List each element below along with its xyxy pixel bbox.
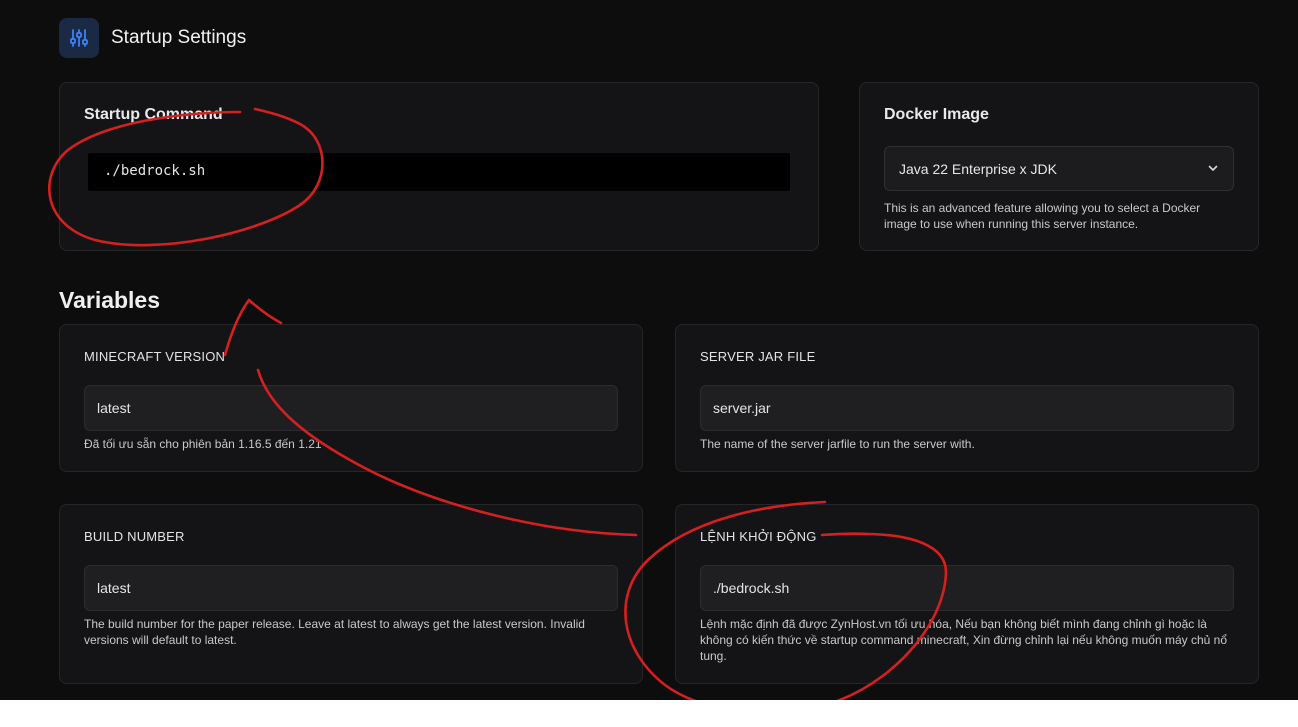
variable-card-build-number: BUILD NUMBER The build number for the pa… bbox=[59, 504, 643, 684]
variable-label: LỆNH KHỞI ĐỘNG bbox=[700, 529, 817, 544]
minecraft-version-input[interactable] bbox=[84, 385, 618, 431]
page-header: Startup Settings bbox=[59, 18, 246, 58]
page-title: Startup Settings bbox=[111, 27, 247, 48]
docker-image-help: This is an advanced feature allowing you… bbox=[884, 201, 1201, 231]
app-window: Startup Settings Startup Command ./bedro… bbox=[0, 0, 1298, 700]
startup-command-card: Startup Command ./bedrock.sh bbox=[59, 82, 819, 251]
docker-image-title: Docker Image bbox=[884, 106, 989, 123]
variables-heading: Variables bbox=[59, 287, 161, 313]
variable-card-server-jar-file: SERVER JAR FILE The name of the server j… bbox=[675, 324, 1259, 472]
variable-help: The build number for the paper release. … bbox=[84, 617, 585, 647]
server-jar-file-input[interactable] bbox=[700, 385, 1234, 431]
startup-command-display[interactable]: ./bedrock.sh bbox=[88, 153, 790, 191]
variable-help: Lệnh mặc định đã được ZynHost.vn tối ưu … bbox=[700, 617, 1228, 663]
chevron-down-icon bbox=[1207, 161, 1219, 177]
docker-image-select[interactable]: Java 22 Enterprise x JDK bbox=[884, 146, 1234, 191]
variable-help: The name of the server jarfile to run th… bbox=[700, 437, 975, 451]
variable-label: SERVER JAR FILE bbox=[700, 349, 816, 364]
lenh-khoi-dong-input[interactable] bbox=[700, 565, 1234, 611]
variable-card-minecraft-version: MINECRAFT VERSION Đã tối ưu sẵn cho phiê… bbox=[59, 324, 643, 472]
sliders-icon bbox=[59, 18, 99, 58]
variable-card-lenh-khoi-dong: LỆNH KHỞI ĐỘNG Lệnh mặc định đã được Zyn… bbox=[675, 504, 1259, 684]
variable-help: Đã tối ưu sẵn cho phiên bản 1.16.5 đến 1… bbox=[84, 437, 322, 451]
docker-image-card: Docker Image Java 22 Enterprise x JDK Th… bbox=[859, 82, 1259, 251]
docker-image-selected: Java 22 Enterprise x JDK bbox=[899, 160, 1057, 177]
variable-label: MINECRAFT VERSION bbox=[84, 349, 226, 364]
variable-label: BUILD NUMBER bbox=[84, 529, 185, 544]
build-number-input[interactable] bbox=[84, 565, 618, 611]
startup-command-title: Startup Command bbox=[84, 106, 223, 123]
